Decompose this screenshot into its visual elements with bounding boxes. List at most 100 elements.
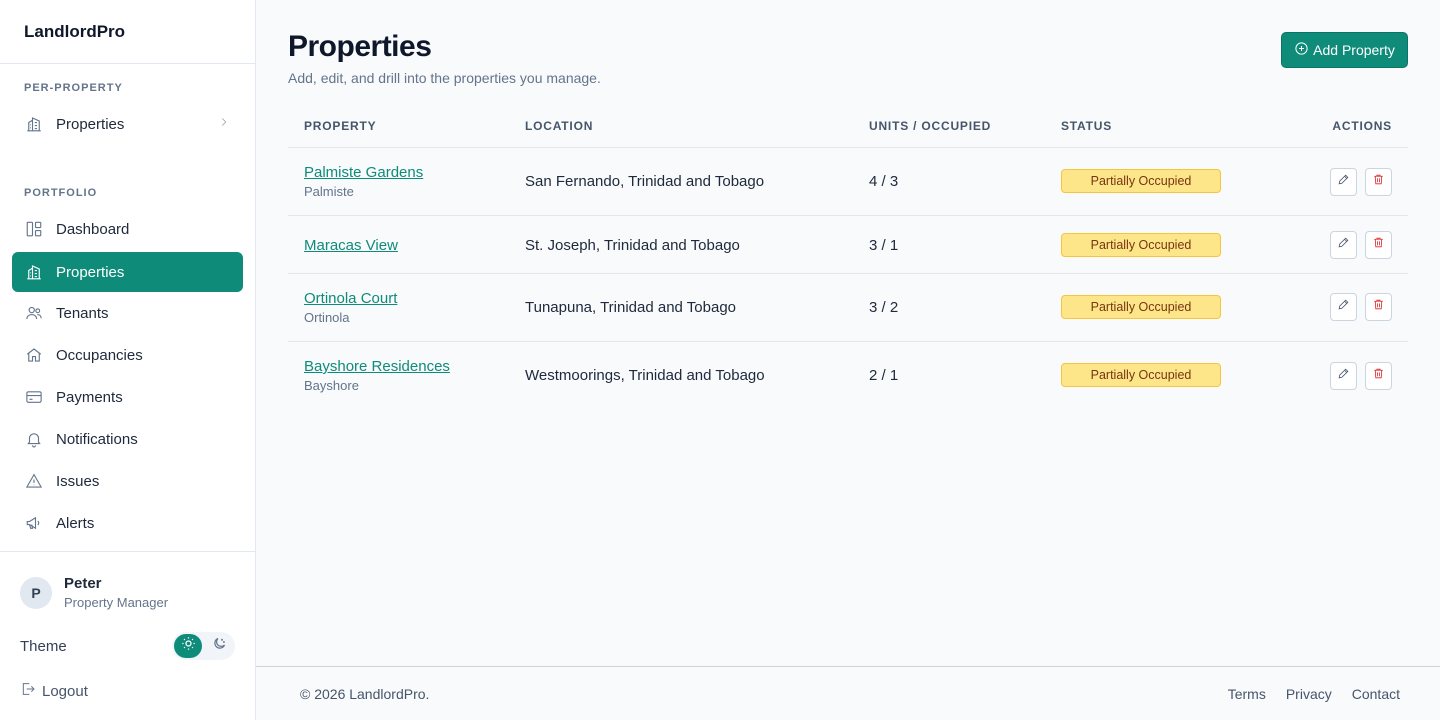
table-row: Bayshore Residences Bayshore Westmooring… [288,342,1408,410]
section-label-per-property: PER-PROPERTY [24,82,123,94]
status-badge: Partially Occupied [1061,295,1221,319]
property-units: 3 / 2 [869,299,899,316]
property-location: Westmoorings, Trinidad and Tobago [525,367,765,384]
trash-icon [1372,236,1385,254]
app-logo[interactable]: LandlordPro [0,0,255,64]
status-badge: Partially Occupied [1061,169,1221,193]
sidebar-item-label: Properties [56,263,125,281]
column-header-location: LOCATION [525,119,594,133]
trash-icon [1372,298,1385,316]
dark-theme-button[interactable] [205,634,233,658]
sidebar: LandlordPro PER-PROPERTY Properties PORT… [0,0,256,720]
logout-label: Logout [42,682,88,700]
property-subtitle: Ortinola [304,310,350,325]
chevron-right-icon [217,115,231,133]
theme-label: Theme [20,638,67,655]
credit-card-icon [24,387,44,407]
property-name-link[interactable]: Ortinola Court [304,290,397,307]
property-location: San Fernando, Trinidad and Tobago [525,173,765,190]
logout-button[interactable]: Logout [20,681,88,701]
moon-icon [212,636,227,656]
table-header: PROPERTY LOCATION UNITS / OCCUPIED STATU… [288,106,1408,148]
sidebar-item-occupancies[interactable]: Occupancies [12,335,243,375]
megaphone-icon [24,513,44,533]
sidebar-item-tenants[interactable]: Tenants [12,293,243,333]
user-role: Property Manager [64,595,169,610]
sidebar-item-notifications[interactable]: Notifications [12,419,243,459]
copyright: © 2026 LandlordPro. [300,685,430,702]
sidebar-item-label: Issues [56,472,100,490]
page-title: Properties [288,30,432,63]
sidebar-item-label: Payments [56,388,123,406]
edit-button[interactable] [1330,168,1357,196]
trash-icon [1372,173,1385,191]
avatar[interactable]: P [20,577,52,609]
pencil-icon [1337,298,1350,316]
property-subtitle: Bayshore [304,378,359,393]
theme-toggle[interactable] [172,632,235,660]
sidebar-item-payments[interactable]: Payments [12,377,243,417]
property-units: 4 / 3 [869,173,899,190]
sidebar-item-label: Dashboard [56,220,130,238]
sidebar-item-issues[interactable]: Issues [12,461,243,501]
sun-icon [181,636,196,656]
pencil-icon [1337,236,1350,254]
properties-table: PROPERTY LOCATION UNITS / OCCUPIED STATU… [288,106,1408,410]
column-header-property: PROPERTY [304,119,377,133]
building-icon [24,114,44,134]
sidebar-item-label: Occupancies [56,346,143,364]
property-location: St. Joseph, Trinidad and Tobago [525,237,740,254]
column-header-status: STATUS [1061,119,1113,133]
users-icon [24,303,44,323]
sidebar-item-dashboard[interactable]: Dashboard [12,209,243,249]
pencil-icon [1337,367,1350,385]
home-icon [24,345,44,365]
property-units: 2 / 1 [869,367,899,384]
table-row: Maracas View St. Joseph, Trinidad and To… [288,216,1408,274]
status-badge: Partially Occupied [1061,363,1221,387]
footer-link-privacy[interactable]: Privacy [1286,686,1332,702]
delete-button[interactable] [1365,293,1392,321]
property-name-link[interactable]: Maracas View [304,237,398,254]
edit-button[interactable] [1330,231,1357,259]
pencil-icon [1337,173,1350,191]
footer-link-contact[interactable]: Contact [1352,686,1400,702]
trash-icon [1372,367,1385,385]
sidebar-item-label: Tenants [56,304,109,322]
light-theme-button[interactable] [174,634,202,658]
footer-link-terms[interactable]: Terms [1228,686,1266,702]
bell-icon [24,429,44,449]
table-row: Palmiste Gardens Palmiste San Fernando, … [288,148,1408,216]
user-panel: P Peter Property Manager Theme Logout [0,551,255,720]
sidebar-item-label: Properties [56,115,125,133]
dashboard-icon [24,219,44,239]
add-property-label: Add Property [1313,42,1395,58]
delete-button[interactable] [1365,362,1392,390]
column-header-actions: ACTIONS [1332,119,1392,133]
column-header-units: UNITS / OCCUPIED [869,119,992,133]
property-name-link[interactable]: Bayshore Residences [304,358,450,375]
warning-icon [24,471,44,491]
section-label-portfolio: PORTFOLIO [24,187,98,199]
sidebar-item-properties[interactable]: Properties [12,252,243,292]
delete-button[interactable] [1365,168,1392,196]
add-property-button[interactable]: Add Property [1281,32,1408,68]
sidebar-item-properties-per-property[interactable]: Properties [12,104,243,144]
sidebar-item-label: Notifications [56,430,138,448]
footer-links: Terms Privacy Contact [1228,686,1400,702]
sidebar-item-label: Alerts [56,514,95,532]
plus-circle-icon [1294,41,1313,59]
property-location: Tunapuna, Trinidad and Tobago [525,299,737,316]
property-units: 3 / 1 [869,237,899,254]
user-name: Peter [64,575,102,592]
property-name-link[interactable]: Palmiste Gardens [304,164,423,181]
logout-icon [20,681,42,701]
delete-button[interactable] [1365,231,1392,259]
edit-button[interactable] [1330,362,1357,390]
sidebar-item-alerts[interactable]: Alerts [12,503,243,543]
status-badge: Partially Occupied [1061,233,1221,257]
page-subtitle: Add, edit, and drill into the properties… [288,70,601,86]
footer: © 2026 LandlordPro. Terms Privacy Contac… [256,666,1440,720]
table-row: Ortinola Court Ortinola Tunapuna, Trinid… [288,274,1408,342]
edit-button[interactable] [1330,293,1357,321]
